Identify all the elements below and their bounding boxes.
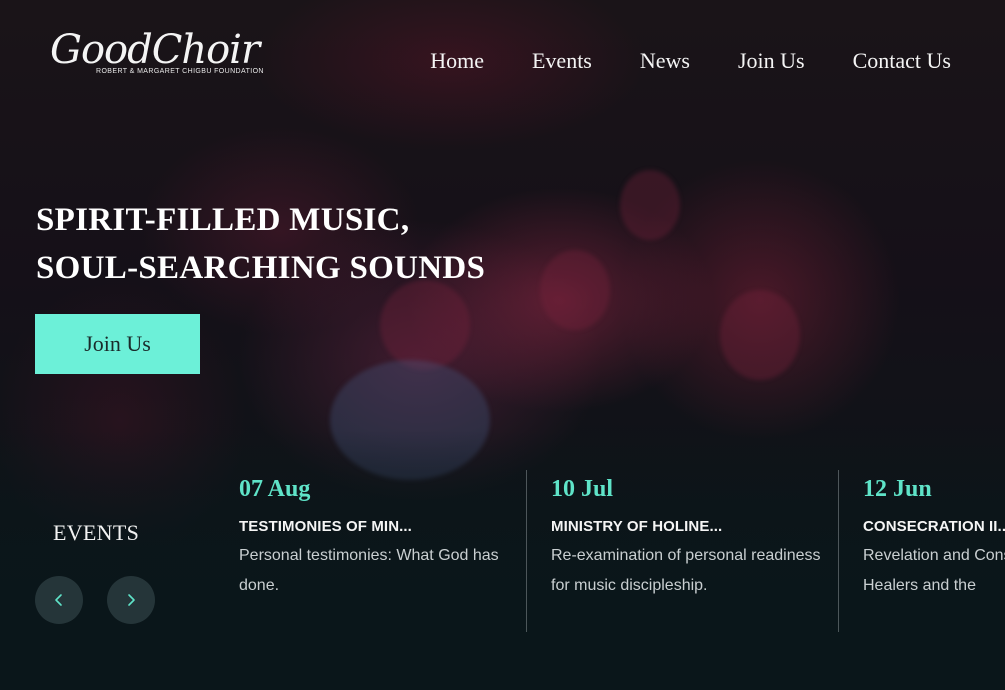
main-nav: Home Events News Join Us Contact Us [430,46,951,76]
events-next-button[interactable] [107,576,155,624]
nav-item-news[interactable]: News [640,46,690,76]
logo-subtitle: ROBERT & MARGARET CHIGBU FOUNDATION [96,68,264,75]
event-date: 07 Aug [239,476,311,502]
hero-title-line-1: SPIRIT-FILLED MUSIC, [36,202,410,238]
event-date: 10 Jul [551,476,614,502]
event-card[interactable]: 10 Jul MINISTRY OF HOLINE... Re-examinat… [551,472,831,632]
site-logo[interactable]: GoodChoir ROBERT & MARGARET CHIGBU FOUND… [50,27,264,90]
hero-title: SPIRIT-FILLED MUSIC, SOUL-SEARCHING SOUN… [36,196,556,292]
logo-wordmark: GoodChoir [50,27,260,73]
singer-silhouette [620,170,680,240]
event-title[interactable]: MINISTRY OF HOLINE... [551,518,831,535]
singer-silhouette [720,290,800,380]
nav-item-events[interactable]: Events [532,46,592,76]
event-description: Re-examination of personal readiness for… [551,547,821,594]
nav-item-join-us[interactable]: Join Us [738,46,805,76]
singer-silhouette [380,280,470,370]
event-title[interactable]: CONSECRATION II... [863,518,1005,535]
event-date: 12 Jun [863,476,932,502]
join-us-button[interactable]: Join Us [35,314,200,374]
event-title[interactable]: TESTIMONIES OF MIN... [239,518,519,535]
nav-item-contact-us[interactable]: Contact Us [853,46,951,76]
chevron-left-icon [55,594,62,606]
event-description: Personal testimonies: What God has done. [239,547,499,594]
events-prev-button[interactable] [35,576,83,624]
event-card[interactable]: 07 Aug TESTIMONIES OF MIN... Personal te… [239,472,519,632]
events-heading: EVENTS [53,520,140,545]
event-divider [838,470,839,632]
chevron-right-icon [128,594,135,606]
event-description: Revelation and Consecration of Music Hea… [863,547,1005,594]
hero-title-line-2: SOUL-SEARCHING SOUNDS [36,250,486,286]
event-card[interactable]: 12 Jun CONSECRATION II... Revelation and… [863,472,1005,632]
page: GoodChoir ROBERT & MARGARET CHIGBU FOUND… [0,0,1005,690]
event-divider [526,470,527,632]
nav-item-home[interactable]: Home [430,46,484,76]
